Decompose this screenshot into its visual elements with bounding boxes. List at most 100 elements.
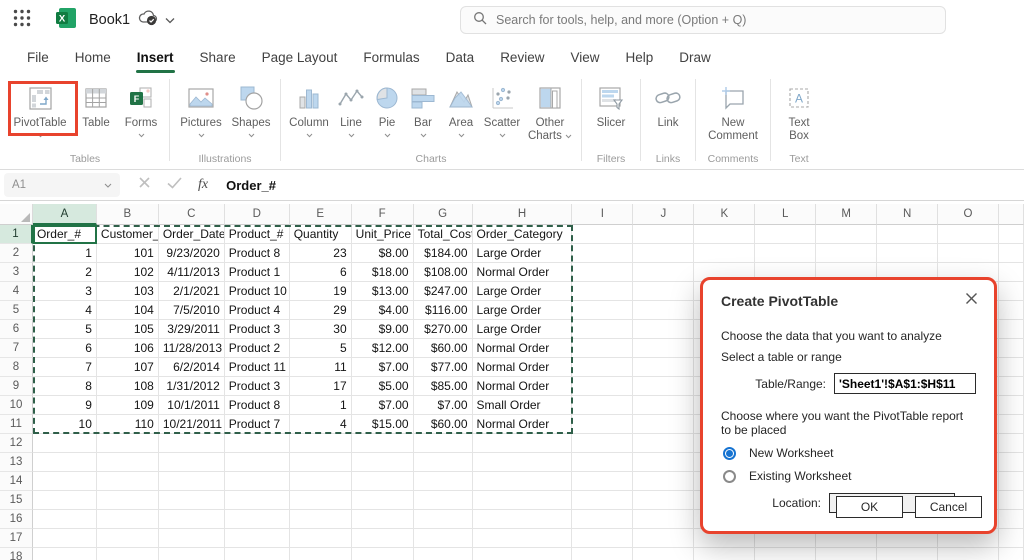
cell-A1[interactable]: Order_# (33, 225, 97, 244)
cell-C16[interactable] (159, 510, 225, 529)
cell-B14[interactable] (97, 472, 159, 491)
cell-I2[interactable] (572, 244, 633, 263)
cell-J15[interactable] (633, 491, 694, 510)
name-box[interactable]: A1 (4, 173, 120, 197)
cell-K1[interactable] (694, 225, 755, 244)
cell-F4[interactable]: $13.00 (352, 282, 414, 301)
column-header-G[interactable]: G (414, 204, 473, 225)
cell-C13[interactable] (159, 453, 225, 472)
cell-G10[interactable]: $7.00 (414, 396, 473, 415)
slicer-button[interactable]: Slicer (587, 80, 635, 130)
close-icon[interactable] (965, 292, 978, 308)
cell-D6[interactable]: Product 3 (225, 320, 290, 339)
row-header-3[interactable]: 3 (0, 263, 33, 282)
cell-P2[interactable] (999, 244, 1024, 263)
tab-share[interactable]: Share (187, 40, 249, 75)
workbook-title[interactable]: Book1 (89, 12, 130, 28)
cell-J2[interactable] (633, 244, 694, 263)
column-header-O[interactable]: O (938, 204, 999, 225)
cell-D7[interactable]: Product 2 (225, 339, 290, 358)
cell-H6[interactable]: Large Order (473, 320, 573, 339)
cell-H7[interactable]: Normal Order (473, 339, 573, 358)
cell-E8[interactable]: 11 (290, 358, 352, 377)
column-header-I[interactable]: I (572, 204, 633, 225)
new-comment-button[interactable]: New Comment (701, 80, 765, 143)
cell-H15[interactable] (473, 491, 573, 510)
column-header-J[interactable]: J (633, 204, 694, 225)
cancel-entry-icon[interactable] (138, 176, 151, 194)
cell-C5[interactable]: 7/5/2010 (159, 301, 225, 320)
cell-B17[interactable] (97, 529, 159, 548)
cell-P9[interactable] (999, 377, 1024, 396)
cell-D14[interactable] (225, 472, 290, 491)
search-input[interactable]: Search for tools, help, and more (Option… (460, 6, 946, 34)
tab-home[interactable]: Home (62, 40, 124, 75)
cell-L2[interactable] (755, 244, 816, 263)
cell-P11[interactable] (999, 415, 1024, 434)
cell-B11[interactable]: 110 (97, 415, 159, 434)
cell-I9[interactable] (572, 377, 633, 396)
cell-P15[interactable] (999, 491, 1024, 510)
cell-F8[interactable]: $7.00 (352, 358, 414, 377)
cell-E13[interactable] (290, 453, 352, 472)
cell-B3[interactable]: 102 (97, 263, 159, 282)
cell-H10[interactable]: Small Order (473, 396, 573, 415)
cell-I12[interactable] (572, 434, 633, 453)
column-header-A[interactable]: A (33, 204, 97, 225)
column-header-L[interactable]: L (755, 204, 816, 225)
cell-G11[interactable]: $60.00 (414, 415, 473, 434)
cell-F5[interactable]: $4.00 (352, 301, 414, 320)
cell-I8[interactable] (572, 358, 633, 377)
cell-D5[interactable]: Product 4 (225, 301, 290, 320)
row-header-18[interactable]: 18 (0, 548, 33, 560)
cell-B6[interactable]: 105 (97, 320, 159, 339)
column-header-N[interactable]: N (877, 204, 938, 225)
cell-K18[interactable] (694, 548, 755, 560)
column-chart-button[interactable]: Column (286, 80, 332, 138)
cell-M18[interactable] (816, 548, 877, 560)
cell-G7[interactable]: $60.00 (414, 339, 473, 358)
cell-I11[interactable] (572, 415, 633, 434)
cell-P16[interactable] (999, 510, 1024, 529)
cell-P7[interactable] (999, 339, 1024, 358)
insert-function-icon[interactable]: fx (198, 177, 208, 193)
cell-B18[interactable] (97, 548, 159, 560)
row-header-9[interactable]: 9 (0, 377, 33, 396)
cell-C9[interactable]: 1/31/2012 (159, 377, 225, 396)
forms-button[interactable]: F Forms (118, 80, 164, 138)
cell-E2[interactable]: 23 (290, 244, 352, 263)
cell-I16[interactable] (572, 510, 633, 529)
new-worksheet-radio[interactable] (723, 447, 736, 460)
cell-C10[interactable]: 10/1/2011 (159, 396, 225, 415)
cell-E5[interactable]: 29 (290, 301, 352, 320)
cell-A11[interactable]: 10 (33, 415, 97, 434)
cell-C7[interactable]: 11/28/2013 (159, 339, 225, 358)
cell-H13[interactable] (473, 453, 573, 472)
cell-I13[interactable] (572, 453, 633, 472)
cell-B15[interactable] (97, 491, 159, 510)
cell-D9[interactable]: Product 3 (225, 377, 290, 396)
other-charts-button[interactable]: Other Charts (524, 80, 576, 143)
cell-E10[interactable]: 1 (290, 396, 352, 415)
cell-H18[interactable] (473, 548, 573, 560)
row-header-6[interactable]: 6 (0, 320, 33, 339)
cell-F16[interactable] (352, 510, 414, 529)
cell-H3[interactable]: Normal Order (473, 263, 573, 282)
cell-H2[interactable]: Large Order (473, 244, 573, 263)
cell-P8[interactable] (999, 358, 1024, 377)
cell-J1[interactable] (633, 225, 694, 244)
cell-G14[interactable] (414, 472, 473, 491)
cell-C15[interactable] (159, 491, 225, 510)
cell-B7[interactable]: 106 (97, 339, 159, 358)
cell-J13[interactable] (633, 453, 694, 472)
cell-G16[interactable] (414, 510, 473, 529)
cell-E1[interactable]: Quantity (290, 225, 352, 244)
cell-E11[interactable]: 4 (290, 415, 352, 434)
cell-B1[interactable]: Customer_# (97, 225, 159, 244)
cell-J6[interactable] (633, 320, 694, 339)
cell-F3[interactable]: $18.00 (352, 263, 414, 282)
cell-D15[interactable] (225, 491, 290, 510)
cell-D4[interactable]: Product 10 (225, 282, 290, 301)
row-header-11[interactable]: 11 (0, 415, 33, 434)
cell-A17[interactable] (33, 529, 97, 548)
